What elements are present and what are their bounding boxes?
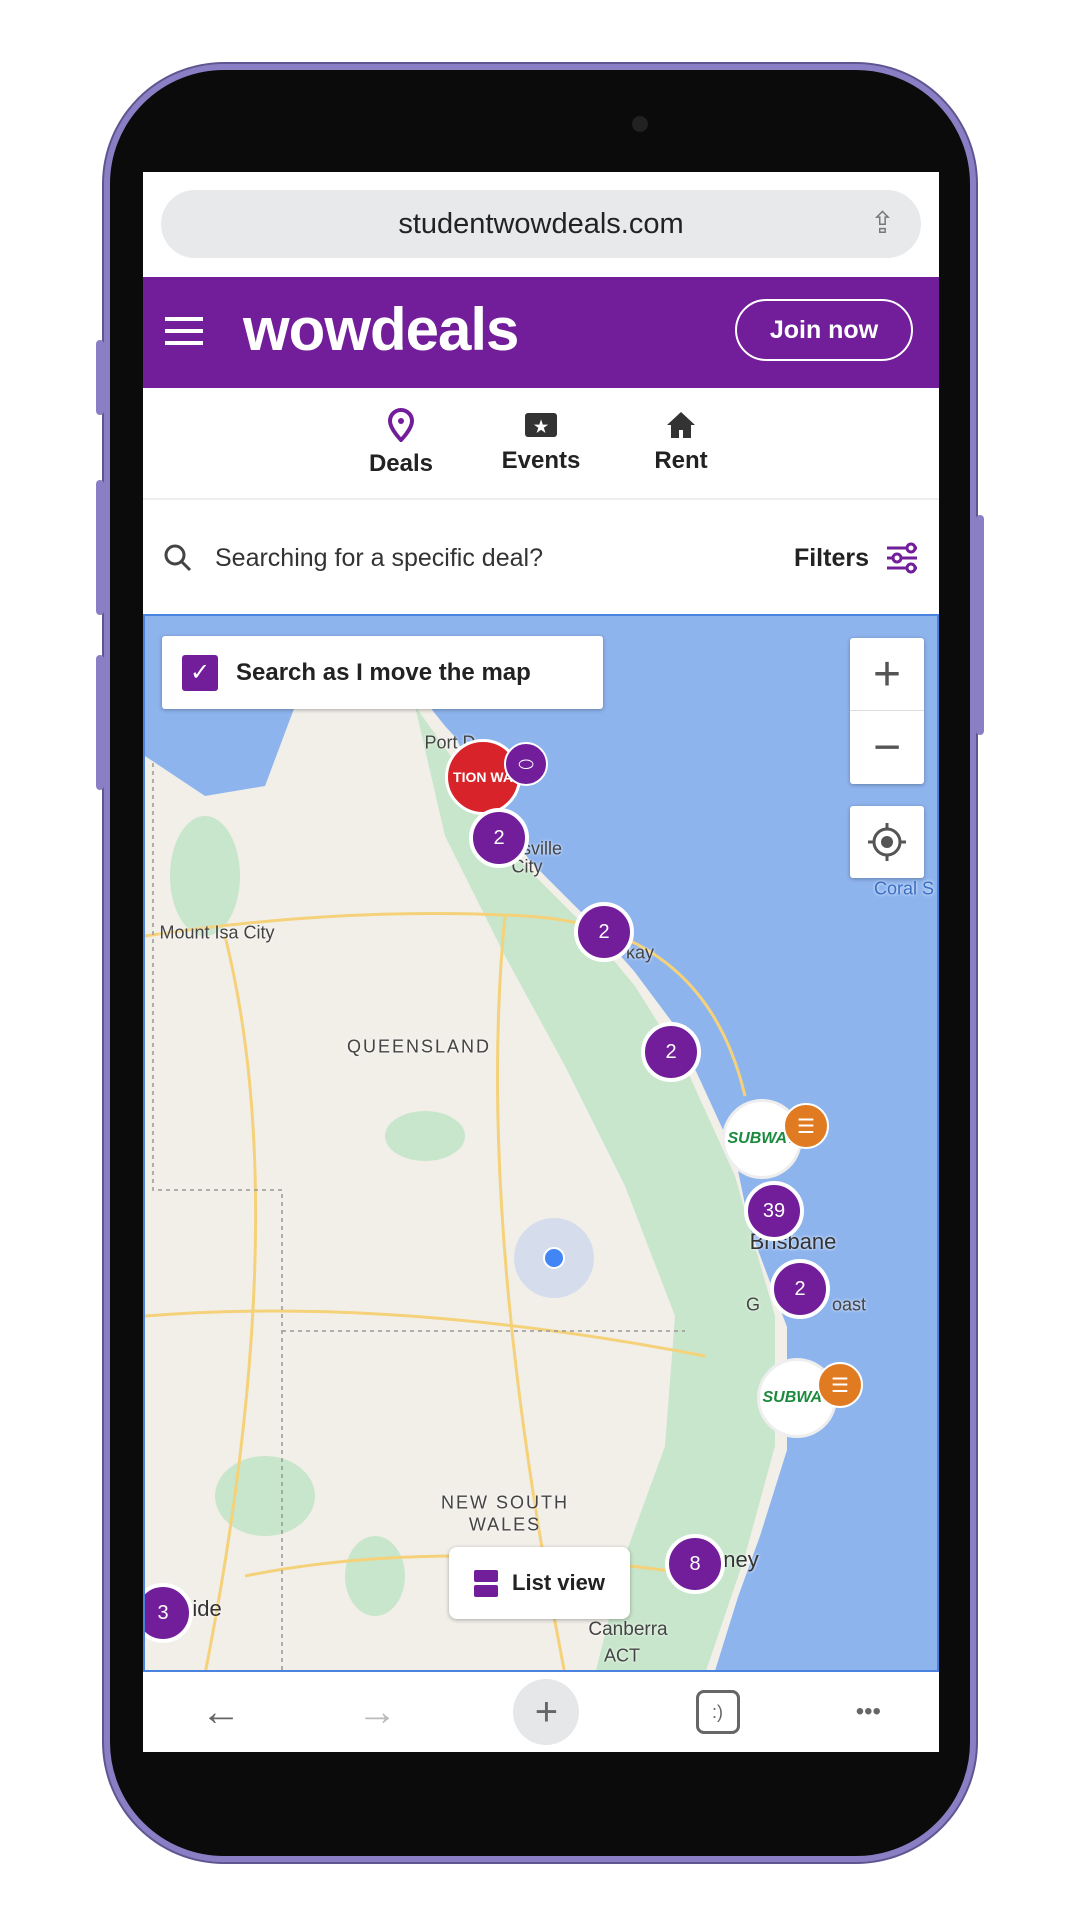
cluster-marker[interactable]: 2	[574, 902, 634, 962]
forward-button[interactable]: →	[357, 1690, 397, 1735]
site-header: wowdeals Join now	[143, 277, 939, 388]
camera	[632, 116, 648, 132]
tab-deals[interactable]: Deals	[356, 388, 446, 498]
map-label: NEW SOUTH	[441, 1492, 569, 1513]
more-menu-button[interactable]: •••	[856, 1698, 881, 1726]
tab-label: Rent	[654, 447, 708, 474]
tabs-button[interactable]: :)	[695, 1690, 740, 1734]
cluster-marker[interactable]: 2	[770, 1259, 830, 1319]
list-icon	[474, 1569, 499, 1597]
map-label: oast	[831, 1294, 867, 1315]
svg-text:★: ★	[534, 419, 549, 436]
map[interactable]: Port D sville City Mount Isa City QUEENS…	[143, 614, 939, 1672]
current-location-dot	[543, 1247, 565, 1269]
volume-down-button	[96, 655, 104, 790]
tab-label: Deals	[368, 450, 434, 477]
tab-events[interactable]: ★ Events	[496, 388, 586, 498]
burger-icon: ☰	[783, 1103, 829, 1149]
checkbox-checked-icon[interactable]: ✓	[182, 654, 218, 691]
new-tab-button[interactable]: +	[513, 1679, 580, 1745]
tab-rent[interactable]: Rent	[636, 388, 726, 498]
category-tabs: Deals ★ Events Rent	[143, 388, 939, 500]
search-input[interactable]: Searching for a specific deal?	[215, 544, 794, 573]
crosshair-icon	[868, 823, 906, 861]
back-button[interactable]: ←	[201, 1690, 241, 1735]
url-text: studentwowdeals.com	[398, 207, 684, 240]
map-pin-icon	[388, 408, 414, 442]
map-label: ACT	[604, 1645, 640, 1666]
map-label: ide	[192, 1596, 222, 1621]
zoom-controls: + −	[850, 638, 924, 784]
list-view-label: List view	[512, 1570, 605, 1595]
search-icon	[164, 544, 192, 572]
search-as-move-label: Search as I move the map	[236, 658, 531, 686]
wowdeals-logo[interactable]: wowdeals	[243, 295, 519, 364]
list-view-button[interactable]: List view	[449, 1547, 630, 1619]
home-icon	[667, 412, 695, 438]
map-label: ney	[723, 1547, 759, 1572]
volume-up-button	[96, 480, 104, 615]
map-label: QUEENSLAND	[346, 1036, 492, 1057]
cluster-marker[interactable]: 39	[744, 1181, 804, 1241]
map-label: WALES	[468, 1514, 542, 1535]
mute-switch	[96, 340, 104, 415]
my-location-button[interactable]	[850, 806, 924, 878]
marker-brand-text: TION WA	[453, 769, 513, 785]
search-as-move-toggle[interactable]: ✓ Search as I move the map	[162, 636, 603, 709]
map-label: Coral S	[873, 878, 935, 899]
share-icon[interactable]: ⇪	[870, 206, 895, 241]
zoom-out-button[interactable]: −	[850, 711, 924, 784]
map-label: G	[745, 1294, 761, 1315]
burger-icon: ☰	[817, 1362, 863, 1408]
url-bar[interactable]: studentwowdeals.com ⇪	[161, 190, 921, 258]
filters-icon[interactable]	[885, 542, 919, 574]
deal-search[interactable]: Searching for a specific deal? Filters	[143, 502, 939, 614]
cluster-marker[interactable]: 2	[469, 808, 529, 868]
map-label: Mount Isa City	[159, 922, 275, 943]
browser-toolbar: ← → + :) •••	[143, 1672, 939, 1752]
filters-button[interactable]: Filters	[794, 544, 869, 573]
ticket-icon: ★	[525, 413, 557, 437]
zoom-in-button[interactable]: +	[850, 638, 924, 711]
tab-label: Events	[501, 447, 581, 474]
join-now-button[interactable]: Join now	[735, 299, 913, 361]
map-label: Canberra	[588, 1619, 668, 1640]
cluster-marker[interactable]: 2	[641, 1022, 701, 1082]
power-button	[976, 515, 984, 735]
pill-icon: ⬭	[504, 742, 548, 786]
cluster-marker[interactable]: 8	[665, 1534, 725, 1594]
hamburger-icon[interactable]	[165, 317, 203, 345]
screen: studentwowdeals.com ⇪ wowdeals Join now …	[143, 172, 939, 1752]
